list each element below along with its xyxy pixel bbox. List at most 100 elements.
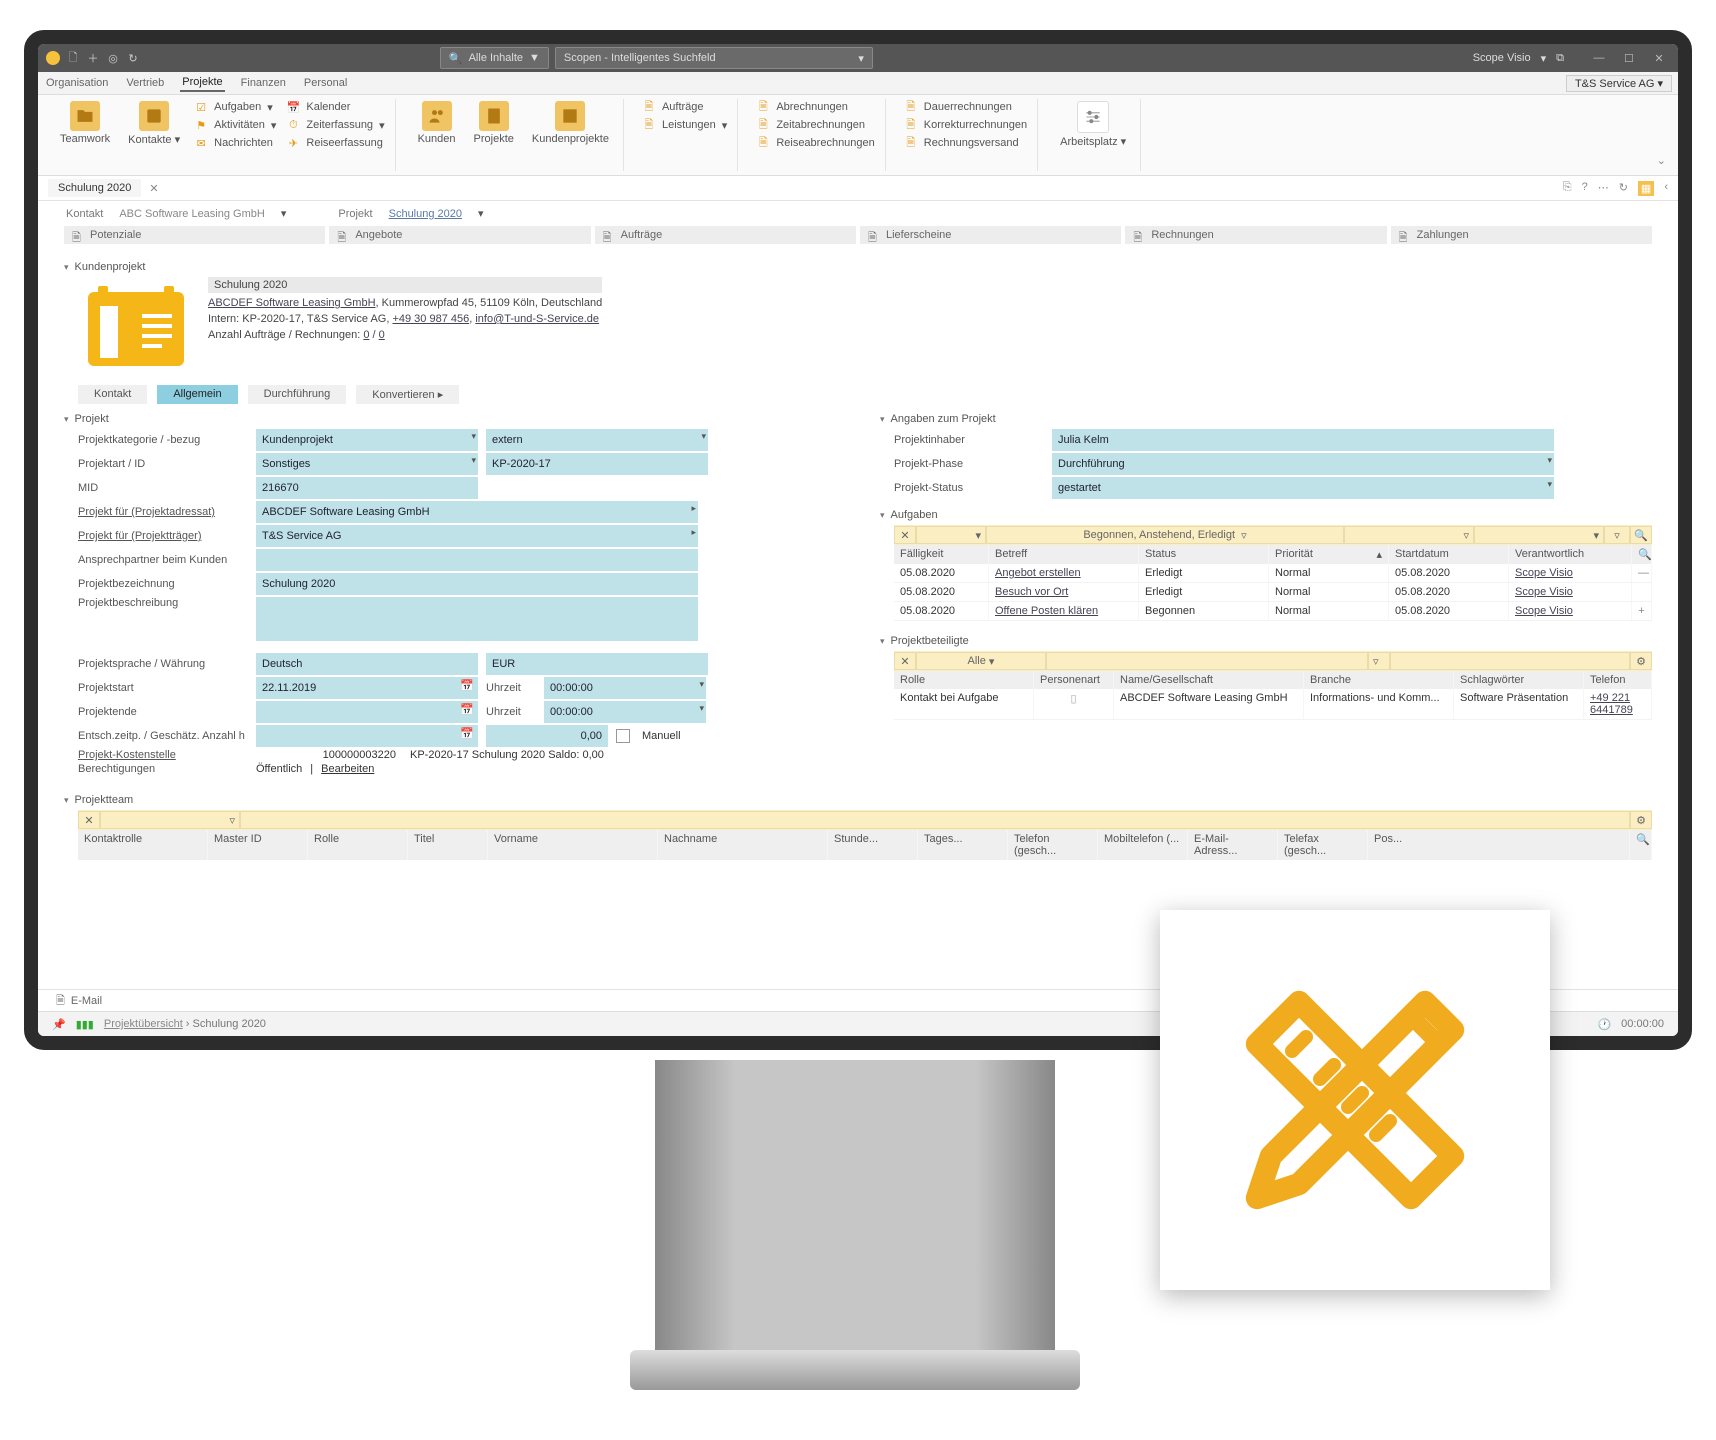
col-faelligkeit[interactable]: Fälligkeit <box>894 545 989 564</box>
field-sprache[interactable]: Deutsch <box>256 653 478 675</box>
ribbon-kundenprojekte[interactable]: Kundenprojekte <box>526 99 615 147</box>
team-col[interactable]: Mobiltelefon (... <box>1098 830 1188 860</box>
count-orders[interactable]: 0 <box>363 329 369 341</box>
team-col[interactable]: Titel <box>408 830 488 860</box>
calendar-icon[interactable]: 📅 <box>460 727 474 740</box>
perm-edit-link[interactable]: Bearbeiten <box>321 763 374 775</box>
copy-icon[interactable]: ⎘ <box>1563 181 1572 196</box>
document-tab[interactable]: Schulung 2020 <box>48 179 141 197</box>
team-col[interactable]: Kontaktrolle <box>78 830 208 860</box>
col-name[interactable]: Name/Gesellschaft <box>1114 671 1304 689</box>
filter-settings[interactable]: ⚙ <box>1630 811 1652 829</box>
field-art-id[interactable]: KP-2020-17 <box>486 453 708 475</box>
menu-projekte[interactable]: Projekte <box>180 74 224 92</box>
ribbon-teamwork[interactable]: Teamwork <box>54 99 116 147</box>
ribbon-korrekturrechnungen[interactable]: 🗎Korrekturrechnungen <box>902 117 1029 133</box>
ribbon-zeiterfassung[interactable]: ⏱Zeiterfassung ▾ <box>284 117 386 133</box>
label-adressat[interactable]: Projekt für (Projektadressat) <box>78 506 248 518</box>
tenant-selector[interactable]: T&S Service AG ▾ <box>1566 75 1672 92</box>
field-kategorie[interactable]: Kundenprojekt▾ <box>256 429 478 451</box>
company-link[interactable]: ABCDEF Software Leasing GmbH <box>208 297 376 309</box>
section-header-team[interactable]: Projektteam <box>64 794 1652 806</box>
filter-clear[interactable]: ✕ <box>78 811 100 829</box>
tab-allgemein[interactable]: Allgemein <box>157 385 237 404</box>
nav-auftraege[interactable]: 🗎Aufträge <box>595 226 856 244</box>
field-ende-time[interactable]: 00:00:00▾ <box>544 701 706 723</box>
clock-icon[interactable]: 🕐 <box>1597 1018 1611 1031</box>
col-personenart[interactable]: Personenart <box>1034 671 1114 689</box>
maximize-icon[interactable]: ☐ <box>1618 52 1640 65</box>
pin-icon[interactable]: 📌 <box>52 1018 66 1031</box>
filter-pin[interactable]: ▿ <box>1604 526 1630 544</box>
chevron-down-icon[interactable]: ▾ <box>281 207 287 220</box>
breadcrumb-overview[interactable]: Projektübersicht <box>104 1018 183 1030</box>
minimize-icon[interactable]: — <box>1588 52 1610 65</box>
team-col[interactable]: Pos... <box>1368 830 1630 860</box>
ribbon-dauerrechnungen[interactable]: 🗎Dauerrechnungen <box>902 99 1029 115</box>
ribbon-zeitabrechnungen[interactable]: 🗎Zeitabrechnungen <box>754 117 876 133</box>
field-anzahl[interactable]: 0,00 <box>486 725 608 747</box>
filter-dd2[interactable]: ▿ <box>1344 526 1474 544</box>
window-layout-icon[interactable]: ⧉ <box>1556 52 1564 65</box>
kontakt-value[interactable]: ABC Software Leasing GmbH <box>119 208 265 220</box>
nav-angebote[interactable]: 🗎Angebote <box>329 226 590 244</box>
projekt-value[interactable]: Schulung 2020 <box>389 208 462 220</box>
team-col[interactable]: Telefax (gesch... <box>1278 830 1368 860</box>
chevron-left-icon[interactable]: ‹ <box>1664 181 1668 196</box>
close-tab-icon[interactable]: ✕ <box>149 182 158 195</box>
filter-alle[interactable]: Alle ▾ <box>916 652 1046 670</box>
field-ansprech[interactable] <box>256 549 698 571</box>
team-col[interactable]: Stunde... <box>828 830 918 860</box>
chevron-down-icon[interactable]: ▾ <box>478 207 484 220</box>
filter-dd3[interactable]: ▾ <box>1474 526 1604 544</box>
field-status[interactable]: gestartet▾ <box>1052 477 1554 499</box>
section-header[interactable]: Kundenprojekt <box>64 261 1652 273</box>
field-inhaber[interactable]: Julia Kelm <box>1052 429 1554 451</box>
email-icon[interactable]: 🗎 <box>56 992 65 1011</box>
target-icon[interactable]: ◎ <box>106 51 120 65</box>
team-col[interactable]: Rolle <box>308 830 408 860</box>
menu-personal[interactable]: Personal <box>302 75 349 91</box>
team-col[interactable]: Telefon (gesch... <box>1008 830 1098 860</box>
close-icon[interactable]: ✕ <box>1648 52 1670 65</box>
checkbox-manuell[interactable] <box>616 729 630 743</box>
field-bezeichnung[interactable]: Schulung 2020 <box>256 573 698 595</box>
field-start[interactable]: 22.11.2019📅 <box>256 677 478 699</box>
ribbon-aufgaben[interactable]: ☑Aufgaben ▾ <box>192 99 278 115</box>
ribbon-kontakte[interactable]: Kontakte ▾ <box>122 99 186 148</box>
ribbon-reiseabrechnungen[interactable]: 🗎Reiseabrechnungen <box>754 135 876 151</box>
ribbon-kalender[interactable]: 📅Kalender <box>284 99 386 115</box>
filter-clear[interactable]: ✕ <box>894 526 916 544</box>
menu-finanzen[interactable]: Finanzen <box>239 75 288 91</box>
nav-potenziale[interactable]: 🗎Potenziale <box>64 226 325 244</box>
col-actions[interactable]: 🔍 <box>1632 545 1652 564</box>
clipboard-icon[interactable]: 🗋 <box>66 51 80 65</box>
refresh-icon[interactable]: ↻ <box>1619 181 1628 196</box>
filter-dd1[interactable]: ▾ <box>916 526 986 544</box>
filter-clear[interactable]: ✕ <box>894 652 916 670</box>
aufgaben-row[interactable]: 05.08.2020Offene Posten klärenBegonnenNo… <box>894 602 1652 621</box>
add-icon[interactable]: ＋ <box>86 51 100 65</box>
col-schlag[interactable]: Schlagwörter <box>1454 671 1584 689</box>
filter-zoom[interactable]: 🔍 <box>1630 526 1652 544</box>
col-verantwortlich[interactable]: Verantwortlich <box>1509 545 1632 564</box>
tab-kontakt[interactable]: Kontakt <box>78 385 147 404</box>
filter-status[interactable]: Begonnen, Anstehend, Erledigt ▿ <box>986 526 1344 544</box>
col-branche[interactable]: Branche <box>1304 671 1454 689</box>
view-grid-icon[interactable]: ▦ <box>1638 181 1654 196</box>
nav-zahlungen[interactable]: 🗎Zahlungen <box>1391 226 1652 244</box>
col-telefon[interactable]: Telefon <box>1584 671 1652 689</box>
field-entsch[interactable]: 📅 <box>256 725 478 747</box>
field-adressat[interactable]: ABCDEF Software Leasing GmbH▸ <box>256 501 698 523</box>
label-kostenstelle[interactable]: Projekt-Kostenstelle <box>78 749 248 761</box>
field-extern[interactable]: extern▾ <box>486 429 708 451</box>
count-invoices[interactable]: 0 <box>379 329 385 341</box>
team-search-icon[interactable]: 🔍 <box>1630 830 1652 860</box>
filter-settings[interactable]: ⚙ <box>1630 652 1652 670</box>
col-rolle[interactable]: Rolle <box>894 671 1034 689</box>
section-header-projekt[interactable]: Projekt <box>64 413 858 425</box>
bars-icon[interactable]: ▮▮▮ <box>76 1018 94 1031</box>
filter-fn[interactable]: ▿ <box>1368 652 1390 670</box>
ribbon-nachrichten[interactable]: ✉Nachrichten <box>192 135 278 151</box>
ribbon-arbeitsplatz[interactable]: Arbeitsplatz ▾ <box>1054 99 1132 150</box>
